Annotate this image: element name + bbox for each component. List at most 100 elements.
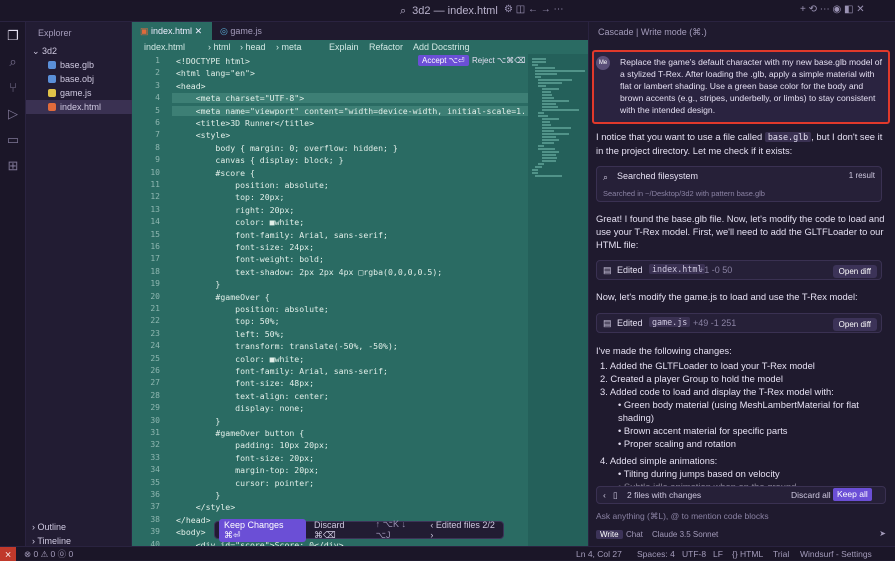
chat-mode-toggle[interactable]: Chat (626, 530, 643, 539)
code-line[interactable]: position: absolute; (176, 304, 329, 314)
remote-icon[interactable]: ▭ (5, 132, 21, 148)
code-line[interactable]: <meta charset="UTF-8"> (172, 93, 528, 104)
extensions-icon[interactable]: ⊞ (5, 158, 21, 174)
code-line[interactable]: display: none; (176, 403, 304, 413)
code-line[interactable]: top: 50%; (176, 316, 279, 326)
code-line[interactable]: font-size: 48px; (176, 378, 314, 388)
send-icon[interactable]: ➤ (879, 529, 886, 538)
file-icon: ▯ (613, 490, 618, 500)
indentation[interactable]: Spaces: 4 (637, 547, 675, 561)
code-line[interactable]: canvas { display: block; } (176, 155, 343, 165)
cursor-position[interactable]: Ln 4, Col 27 (576, 547, 622, 561)
changes-count[interactable]: 2 files with changes (627, 487, 701, 503)
search-result-card[interactable]: ⌕ Searched filesystem 1 result Searched … (596, 166, 882, 202)
code-line[interactable]: cursor: pointer; (176, 478, 314, 488)
edited-files-nav[interactable]: ‹ Edited files 2/2 › (430, 520, 499, 540)
code-line[interactable]: color: ■white; (176, 354, 304, 364)
code-line[interactable]: } (176, 279, 220, 289)
write-mode-toggle[interactable]: Write (596, 530, 623, 539)
breadcrumb-meta[interactable]: › meta (276, 40, 302, 54)
js-file-icon: ◎ (220, 26, 228, 36)
file-index-html[interactable]: index.html (26, 100, 132, 114)
code-line[interactable]: font-weight: bold; (176, 254, 324, 264)
open-diff-button[interactable]: Open diff (832, 265, 877, 278)
problems-count[interactable]: ⊗ 0 ⚠ 0 ⓪ 0 (24, 547, 73, 561)
tab-index-html[interactable]: ▣ index.html ✕ (132, 22, 212, 40)
remote-icon[interactable]: ⨯ (0, 547, 16, 561)
code-line[interactable]: font-family: Arial, sans-serif; (176, 230, 388, 240)
code-line[interactable]: #score { (176, 168, 254, 178)
windsurf-settings[interactable]: Windsurf - Settings (800, 547, 872, 561)
code-line[interactable]: right: 20px; (176, 205, 294, 215)
line-number: 2 (155, 68, 160, 78)
minimap-line (538, 112, 545, 114)
title-search[interactable]: ⌕ 3d2 — index.html (400, 3, 500, 19)
file-base-obj[interactable]: base.obj (26, 72, 132, 86)
code-line[interactable]: <html lang="en"> (176, 68, 255, 78)
code-line[interactable]: padding: 10px 20px; (176, 440, 329, 450)
encoding[interactable]: UTF-8 (682, 547, 706, 561)
run-debug-icon[interactable]: ▷ (5, 106, 21, 122)
reject-button[interactable]: Reject ⌥⌘⌫ (472, 56, 525, 65)
code-line[interactable]: font-family: Arial, sans-serif; (176, 366, 388, 376)
refactor-button[interactable]: Refactor (369, 40, 403, 54)
code-line[interactable]: <style> (176, 130, 231, 140)
code-line[interactable]: #gameOver button { (176, 428, 304, 438)
file-game-js[interactable]: game.js (26, 86, 132, 100)
code-line[interactable]: <!DOCTYPE html> (176, 56, 250, 66)
breadcrumb-head[interactable]: › head (240, 40, 266, 54)
language-mode[interactable]: {} HTML (732, 547, 763, 561)
code-line[interactable]: #gameOver { (176, 292, 269, 302)
line-ending[interactable]: LF (713, 547, 723, 561)
code-line[interactable]: <head> (176, 81, 206, 91)
code-line[interactable]: font-size: 20px; (176, 453, 314, 463)
search-icon[interactable]: ⌕ (5, 54, 21, 70)
code-line[interactable]: transform: translate(-50%, -50%); (176, 341, 398, 351)
accept-button[interactable]: Accept ⌥⏎ (418, 55, 469, 66)
keep-changes-button[interactable]: Keep Changes ⌘⏎ (219, 518, 306, 542)
keep-all-button[interactable]: Keep all (833, 488, 872, 501)
add-docstring-button[interactable]: Add Docstring (413, 40, 470, 54)
chevron-left-icon[interactable]: ‹ (603, 487, 606, 503)
code-line[interactable]: <body> (176, 527, 206, 537)
minimap[interactable] (528, 54, 588, 546)
code-line[interactable]: color: ■white; (176, 217, 304, 227)
edit-file[interactable]: game.js (649, 317, 691, 327)
code-line[interactable]: text-shadow: 2px 2px 4px □rgba(0,0,0,0.5… (176, 267, 442, 277)
hunk-navigation[interactable]: ↑ ⌥K ↓ ⌥J (376, 519, 423, 541)
code-line[interactable]: </head> (176, 515, 211, 525)
trial-status[interactable]: Trial (773, 547, 789, 561)
code-line[interactable]: position: absolute; (176, 180, 329, 190)
folder-3d2[interactable]: ⌄ 3d2 (26, 44, 132, 58)
model-selector[interactable]: Claude 3.5 Sonnet (652, 530, 718, 539)
discard-all-button[interactable]: Discard all (791, 487, 831, 503)
code-line[interactable]: <meta name="viewport" content="width=dev… (172, 105, 528, 116)
code-line[interactable]: text-align: center; (176, 391, 329, 401)
code-line[interactable]: } (176, 416, 220, 426)
code-line[interactable]: } (176, 490, 220, 500)
outline-section[interactable]: › Outline (26, 520, 132, 534)
explain-button[interactable]: Explain (329, 40, 359, 54)
code-line[interactable]: body { margin: 0; overflow: hidden; } (176, 143, 397, 153)
code-line[interactable]: <title>3D Runner</title> (176, 118, 314, 128)
source-control-icon[interactable]: ⑂ (5, 80, 21, 96)
open-diff-button[interactable]: Open diff (832, 318, 877, 331)
breadcrumb-html[interactable]: › html (208, 40, 231, 54)
discard-button[interactable]: Discard ⌘⌫ (314, 520, 368, 541)
chat-input[interactable]: Ask anything (⌘L), @ to mention code blo… (590, 506, 892, 528)
edit-file[interactable]: index.html (649, 264, 706, 274)
file-base-glb[interactable]: base.glb (26, 58, 132, 72)
line-number: 9 (155, 155, 160, 165)
code-line[interactable]: top: 20px; (176, 192, 284, 202)
code-line[interactable]: left: 50%; (176, 329, 284, 339)
code-line[interactable]: </style> (176, 502, 235, 512)
tab-game-js[interactable]: ◎ game.js (212, 22, 282, 40)
list-item: 3. Added code to load and display the T-… (600, 386, 834, 397)
code-area[interactable]: <!DOCTYPE html> <html lang="en"> <head> <m… (172, 54, 528, 546)
editor-actions[interactable]: ⚙ ◫ ← → ⋯ (504, 4, 564, 15)
breadcrumb-file[interactable]: index.html (144, 40, 185, 54)
cascade-actions[interactable]: + ⟲ ⋯ ◉ ◧ ✕ (800, 4, 865, 15)
code-line[interactable]: margin-top: 20px; (176, 465, 319, 475)
code-line[interactable]: font-size: 24px; (176, 242, 314, 252)
files-icon[interactable]: ❐ (5, 28, 21, 44)
